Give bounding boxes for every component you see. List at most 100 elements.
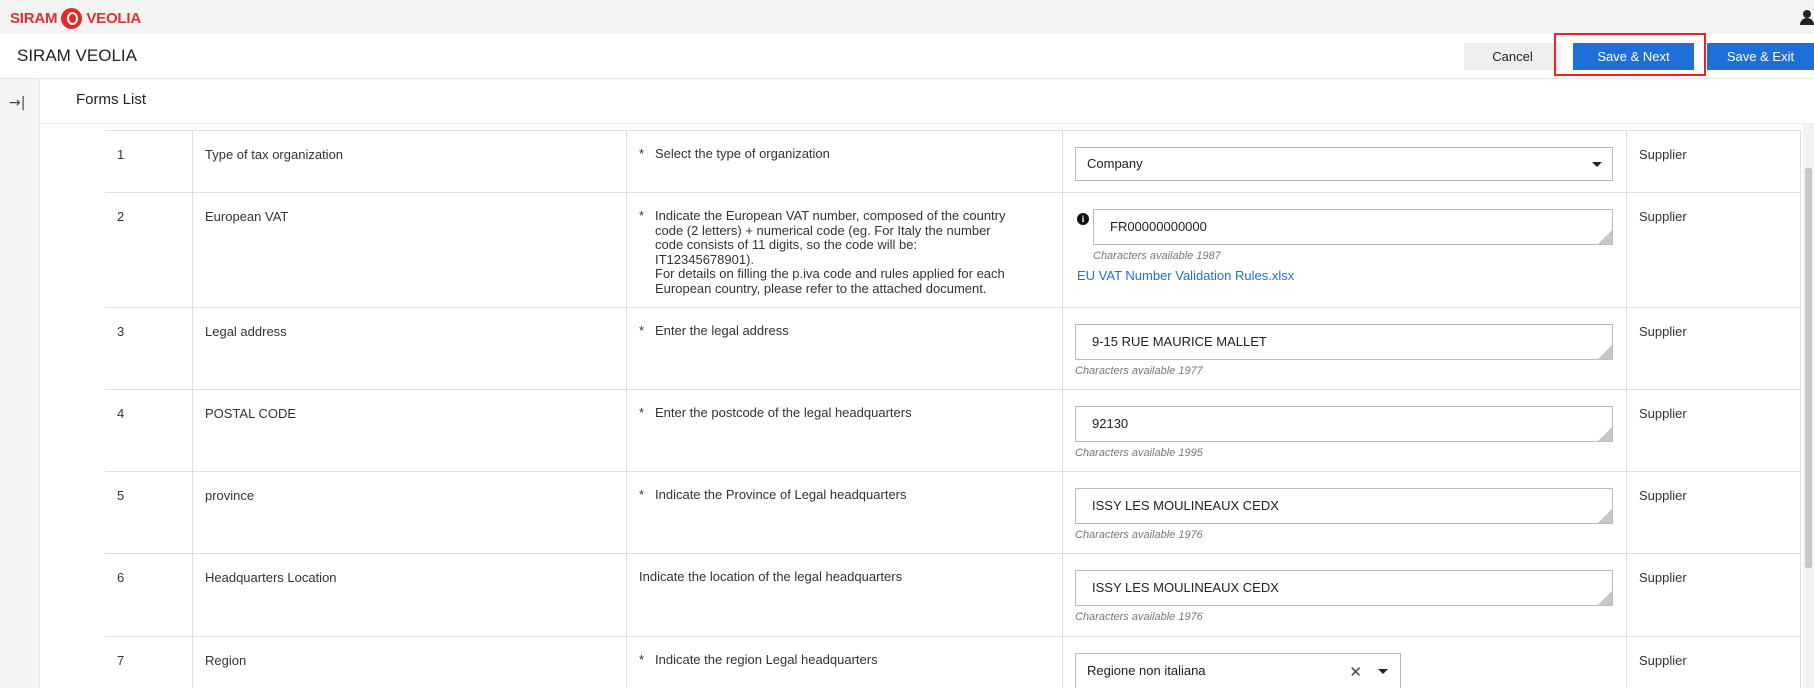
region-select[interactable]: Regione non italiana ✕ xyxy=(1075,653,1401,688)
siram-veolia-logo[interactable]: SIRAM VEOLIA xyxy=(10,7,141,29)
field-instruction: Indicate the location of the legal headq… xyxy=(627,554,1063,637)
owner-cell: Supplier xyxy=(1627,390,1801,472)
characters-available: Characters available 1977 xyxy=(1075,365,1203,377)
logo-text-siram: SIRAM xyxy=(10,9,58,27)
province-input[interactable]: ISSY LES MOULINEAUX CEDX xyxy=(1075,488,1613,524)
instruction-line: IT12345678901). xyxy=(655,251,755,267)
required-marker: * xyxy=(639,323,645,338)
row-number: 5 xyxy=(105,472,193,554)
instruction-text: Enter the postcode of the legal headquar… xyxy=(655,405,912,420)
row-number: 3 xyxy=(105,308,193,390)
row-number: 1 xyxy=(105,131,193,193)
info-icon[interactable]: i xyxy=(1077,213,1089,225)
instruction-line: code (2 letters) + numerical code (eg. F… xyxy=(655,222,991,238)
table-row: 6 Headquarters Location Indicate the loc… xyxy=(105,553,1801,637)
cancel-button[interactable]: Cancel xyxy=(1464,43,1561,70)
characters-available: Characters available 1976 xyxy=(1075,611,1203,623)
field-instruction: * Select the type of organization xyxy=(627,131,1063,193)
characters-available: Characters available 1976 xyxy=(1075,529,1203,541)
headquarters-location-input[interactable]: ISSY LES MOULINEAUX CEDX xyxy=(1075,570,1613,606)
required-marker: * xyxy=(639,208,645,223)
instruction-text: Indicate the Province of Legal headquart… xyxy=(655,487,907,502)
owner-cell: Supplier xyxy=(1627,472,1801,554)
field-instruction: * Enter the legal address xyxy=(627,308,1063,390)
input-value: 9-15 RUE MAURICE MALLET xyxy=(1092,334,1267,349)
input-value: 92130 xyxy=(1092,416,1129,431)
instruction-text: Indicate the region Legal headquarters xyxy=(655,652,878,667)
top-bar: SIRAM VEOLIA xyxy=(0,0,1814,34)
resize-handle-icon[interactable] xyxy=(1598,230,1612,244)
required-marker: * xyxy=(639,405,645,420)
resize-handle-icon[interactable] xyxy=(1598,591,1612,605)
row-number: 6 xyxy=(105,554,193,637)
resize-handle-icon[interactable] xyxy=(1598,509,1612,523)
field-input-cell: 92130 Characters available 1995 xyxy=(1063,390,1627,472)
field-label: province xyxy=(193,472,627,554)
field-label: POSTAL CODE xyxy=(193,390,627,472)
instruction-text: Select the type of organization xyxy=(655,146,830,161)
field-input-cell: 9-15 RUE MAURICE MALLET Characters avail… xyxy=(1063,308,1627,390)
field-label: Region xyxy=(193,637,627,688)
select-value: Regione non italiana xyxy=(1087,663,1206,678)
required-marker: * xyxy=(639,487,645,502)
owner-cell: Supplier xyxy=(1627,308,1801,390)
collapse-sidebar-icon[interactable]: →| xyxy=(9,95,25,111)
table-row: 4 POSTAL CODE * Enter the postcode of th… xyxy=(105,389,1801,472)
owner-cell: Supplier xyxy=(1627,554,1801,637)
chevron-down-icon xyxy=(1592,162,1602,167)
organization-type-select[interactable]: Company xyxy=(1075,147,1613,181)
row-number: 4 xyxy=(105,390,193,472)
field-label: European VAT xyxy=(193,193,627,308)
clear-icon[interactable]: ✕ xyxy=(1349,663,1362,681)
table-row: 5 province * Indicate the Province of Le… xyxy=(105,471,1801,554)
instruction-text: Indicate the location of the legal headq… xyxy=(639,569,903,584)
vat-rules-link[interactable]: EU VAT Number Validation Rules.xlsx xyxy=(1077,268,1294,283)
instruction-line: European country, please refer to the at… xyxy=(655,280,987,296)
page-header: SIRAM VEOLIA Cancel Save & Next Save & E… xyxy=(0,34,1814,79)
table-row: 2 European VAT * Indicate the European V… xyxy=(105,192,1801,308)
table-row: 1 Type of tax organization * Select the … xyxy=(105,130,1801,193)
user-icon[interactable] xyxy=(1800,10,1814,26)
characters-available: Characters available 1995 xyxy=(1075,447,1203,459)
scrollbar-thumb[interactable] xyxy=(1805,168,1812,568)
resize-handle-icon[interactable] xyxy=(1598,345,1612,359)
instruction-line: For details on filling the p.iva code an… xyxy=(655,266,1005,281)
user-icon-body xyxy=(1800,18,1814,25)
field-input-cell: i FR00000000000 Characters available 198… xyxy=(1063,193,1627,308)
owner-cell: Supplier xyxy=(1627,131,1801,193)
page-title: SIRAM VEOLIA xyxy=(17,46,137,65)
instruction-line: code consists of 11 digits, so the code … xyxy=(655,237,918,252)
postal-code-input[interactable]: 92130 xyxy=(1075,406,1613,442)
required-marker: * xyxy=(639,146,645,161)
instruction-text: Enter the legal address xyxy=(655,323,789,338)
field-input-cell: Company xyxy=(1063,131,1627,193)
table-row: 3 Legal address * Enter the legal addres… xyxy=(105,307,1801,390)
field-input-cell: ISSY LES MOULINEAUX CEDX Characters avai… xyxy=(1063,472,1627,554)
vertical-scrollbar[interactable] xyxy=(1803,124,1814,688)
resize-handle-icon[interactable] xyxy=(1598,427,1612,441)
veolia-logo-mark-icon xyxy=(61,7,83,29)
chevron-down-icon[interactable] xyxy=(1378,669,1388,674)
field-instruction: * Indicate the region Legal headquarters xyxy=(627,637,1063,688)
legal-address-input[interactable]: 9-15 RUE MAURICE MALLET xyxy=(1075,324,1613,360)
owner-cell: Supplier xyxy=(1627,637,1801,688)
vat-input[interactable]: FR00000000000 xyxy=(1093,209,1613,245)
user-icon-head xyxy=(1803,10,1811,18)
table-row: 7 Region * Indicate the region Legal hea… xyxy=(105,636,1801,688)
input-value: ISSY LES MOULINEAUX CEDX xyxy=(1092,580,1279,595)
field-input-cell: ISSY LES MOULINEAUX CEDX Characters avai… xyxy=(1063,554,1627,637)
required-marker: * xyxy=(639,652,645,667)
row-number: 2 xyxy=(105,193,193,308)
sidebar: →| xyxy=(0,79,40,688)
field-instruction: * Indicate the Province of Legal headqua… xyxy=(627,472,1063,554)
owner-cell: Supplier xyxy=(1627,193,1801,308)
logo-text-veolia: VEOLIA xyxy=(86,9,141,27)
save-next-button[interactable]: Save & Next xyxy=(1573,43,1694,70)
forms-table: 1 Type of tax organization * Select the … xyxy=(40,124,1814,688)
save-exit-button[interactable]: Save & Exit xyxy=(1707,43,1814,70)
instruction-line: Indicate the European VAT number, compos… xyxy=(655,208,1006,223)
field-label: Type of tax organization xyxy=(193,131,627,193)
field-input-cell: Regione non italiana ✕ xyxy=(1063,637,1627,688)
field-instruction: * Indicate the European VAT number, comp… xyxy=(627,193,1063,308)
forms-list-header: Forms List xyxy=(40,79,1814,124)
